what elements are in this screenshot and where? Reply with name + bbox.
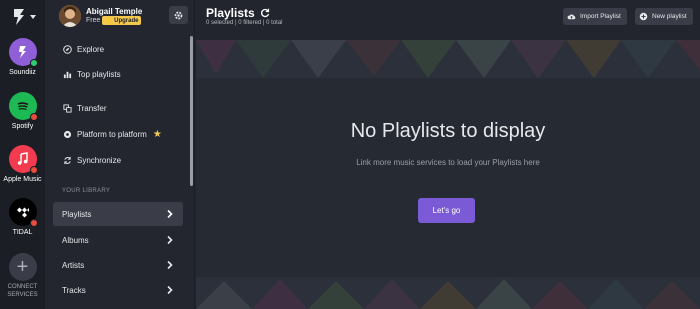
refresh-icon[interactable]	[260, 8, 270, 18]
header-bar: Playlists 0 selected | 0 filtered | 0 to…	[196, 0, 700, 40]
sidebar-item-synchronize[interactable]: Synchronize	[53, 148, 183, 172]
page-title: Playlists	[206, 6, 270, 20]
soundiiz-icon	[8, 38, 38, 67]
sidebar-item-label: Tracks	[62, 285, 86, 295]
sidebar: Abigail Temple Free ⚡ Upgrade Explore To…	[45, 0, 195, 309]
status-dot-icon	[29, 59, 38, 67]
sidebar-item-albums[interactable]: Albums	[53, 228, 183, 252]
service-tidal[interactable]: TIDAL	[0, 198, 45, 236]
sidebar-item-label: Platform to platform	[77, 129, 147, 139]
empty-state-subtitle: Link more music services to load your Pl…	[356, 158, 540, 167]
spotify-icon	[8, 92, 38, 121]
avatar[interactable]	[59, 5, 81, 27]
sidebar-item-platform-to-platform[interactable]: Platform to platform ★	[53, 122, 183, 146]
selection-counts: 0 selected | 0 filtered | 0 total	[206, 20, 283, 26]
settings-button[interactable]	[169, 6, 188, 24]
sidebar-scrollbar[interactable]	[190, 36, 193, 186]
service-spotify[interactable]: Spotify	[0, 92, 45, 130]
sync-platform-icon	[62, 129, 72, 139]
empty-state-title: No Playlists to display	[350, 120, 546, 142]
connect-label-line: SERVICES	[7, 291, 38, 298]
user-plan: Free	[86, 17, 101, 24]
sidebar-item-label: Playlists	[62, 209, 92, 219]
sidebar-item-artists[interactable]: Artists	[53, 253, 183, 277]
sidebar-item-label: Albums	[62, 235, 89, 245]
service-label: Spotify	[11, 123, 34, 130]
compass-icon	[62, 44, 72, 54]
plus-icon: +	[8, 253, 37, 281]
sidebar-item-explore[interactable]: Explore	[53, 37, 183, 61]
status-dot-icon	[29, 219, 38, 227]
new-playlist-button[interactable]: New playlist	[635, 8, 693, 25]
sidebar-item-label: Artists	[62, 260, 85, 270]
new-playlist-label: New playlist	[652, 13, 687, 20]
main-content: Playlists 0 selected | 0 filtered | 0 to…	[196, 0, 700, 309]
service-label: TIDAL	[12, 229, 33, 236]
sidebar-item-label: Explore	[77, 44, 105, 54]
transfer-icon	[62, 103, 72, 113]
chevron-right-icon	[167, 285, 173, 295]
soundiiz-logo-icon[interactable]	[8, 6, 38, 28]
chevron-right-icon	[167, 260, 173, 270]
connect-services-button[interactable]: + CONNECT SERVICES	[0, 253, 45, 299]
services-rail: Soundiiz Spotify Apple Music TIDAL + CON…	[0, 0, 49, 309]
service-label: Apple Music	[3, 176, 42, 183]
lets-go-button[interactable]: Let's go	[418, 198, 475, 223]
connect-label: CONNECT SERVICES	[0, 284, 45, 299]
star-icon: ★	[152, 128, 162, 140]
service-apple-music[interactable]: Apple Music	[0, 145, 45, 183]
app-window: Soundiiz Spotify Apple Music TIDAL + CON…	[0, 0, 700, 309]
chart-icon	[62, 69, 72, 79]
synchronize-icon	[62, 155, 72, 165]
status-dot-icon	[29, 113, 38, 121]
sidebar-item-label: Synchronize	[77, 155, 122, 165]
sidebar-item-label: Top playlists	[77, 69, 121, 79]
tidal-icon	[8, 198, 38, 227]
plus-circle-icon	[639, 12, 648, 21]
sidebar-item-transfer[interactable]: Transfer	[53, 96, 183, 120]
upgrade-button[interactable]: ⚡ Upgrade	[102, 16, 142, 25]
service-soundiiz[interactable]: Soundiiz	[0, 38, 45, 76]
chevron-right-icon	[167, 235, 173, 245]
gear-icon	[174, 11, 183, 19]
user-name: Abigail Temple	[86, 7, 143, 16]
decorative-pattern-bottom	[196, 277, 700, 309]
service-label: Soundiiz	[9, 69, 36, 76]
sidebar-item-playlists[interactable]: Playlists	[53, 202, 183, 226]
import-playlist-label: Import Playlist	[580, 13, 621, 20]
library-section-title: YOUR LIBRARY	[62, 188, 111, 194]
status-dot-icon	[29, 166, 38, 174]
import-playlist-button[interactable]: Import Playlist	[563, 8, 627, 25]
chevron-right-icon	[167, 209, 173, 219]
sidebar-item-top-playlists[interactable]: Top playlists	[53, 62, 183, 86]
page-title-text: Playlists	[206, 6, 255, 20]
sidebar-item-label: Transfer	[77, 103, 107, 113]
decorative-pattern-top	[196, 40, 700, 78]
sidebar-item-tracks[interactable]: Tracks	[53, 278, 183, 302]
cloud-upload-icon	[567, 14, 576, 20]
apple-music-icon	[8, 145, 38, 174]
connect-label-line: CONNECT	[7, 284, 38, 290]
